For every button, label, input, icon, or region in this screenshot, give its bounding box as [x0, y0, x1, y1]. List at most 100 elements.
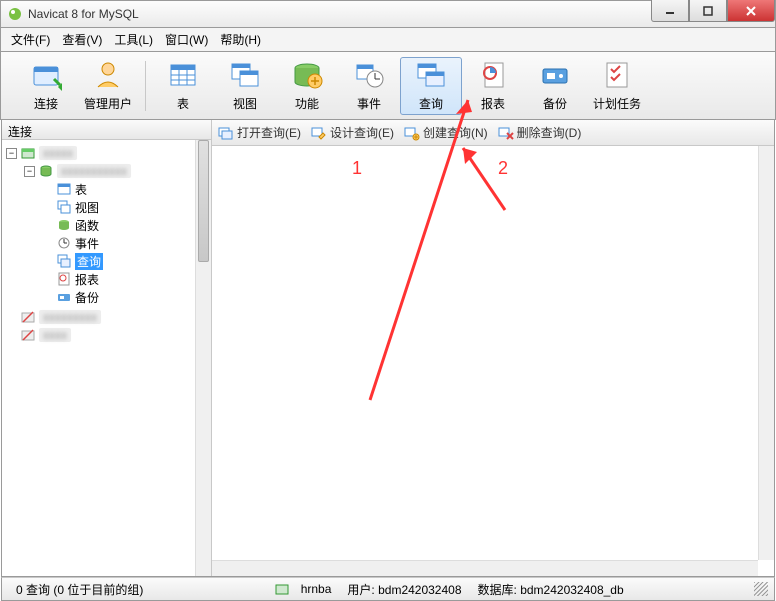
- delete-icon: [498, 125, 514, 141]
- toolbar-report[interactable]: 报表: [462, 57, 524, 115]
- status-left: 0 查询 (0 位于目前的组): [8, 581, 151, 598]
- toolbar-connect-label: 连接: [34, 95, 58, 112]
- tree-tables[interactable]: 表: [42, 180, 207, 198]
- collapse-icon[interactable]: −: [24, 166, 35, 177]
- menu-window[interactable]: 窗口(W): [159, 28, 214, 51]
- open-query-button[interactable]: 打开查询(E): [218, 124, 301, 141]
- connection-name: xxxxx: [39, 146, 77, 160]
- sidebar-scrollbar[interactable]: [195, 140, 211, 576]
- connection-3-name: xxxx: [39, 328, 71, 342]
- schedule-icon: [601, 59, 633, 91]
- tree-reports[interactable]: 报表: [42, 270, 207, 288]
- design-query-label: 设计查询(E): [330, 124, 394, 141]
- backup-icon: [539, 59, 571, 91]
- delete-query-label: 删除查询(D): [517, 124, 582, 141]
- open-query-label: 打开查询(E): [237, 124, 301, 141]
- sidebar-header: 连接: [2, 120, 212, 140]
- tree-connection-3[interactable]: xxxx: [6, 326, 207, 344]
- window-title: Navicat 8 for MySQL: [28, 7, 139, 21]
- tree-connection-2[interactable]: xxxxxxxxx: [6, 308, 207, 326]
- toolbar-event[interactable]: 事件: [338, 57, 400, 115]
- tree-backups-label: 备份: [75, 289, 99, 306]
- tree-events[interactable]: 事件: [42, 234, 207, 252]
- sidebar: 连接 − xxxxx − xxxxxxxxxxx 表 视图 函数 事件 查询: [2, 120, 212, 576]
- status-database: 数据库: bdm242032408_db: [470, 581, 632, 598]
- tree-tables-label: 表: [75, 181, 87, 198]
- event-icon: [56, 235, 72, 251]
- toolbar-schedule-label: 计划任务: [593, 95, 641, 112]
- database-name: xxxxxxxxxxx: [57, 164, 131, 178]
- query-icon: [56, 253, 72, 269]
- vertical-scrollbar[interactable]: [758, 146, 774, 560]
- window-titlebar: Navicat 8 for MySQL: [0, 0, 776, 28]
- menu-view[interactable]: 查看(V): [56, 28, 108, 51]
- tree-connection[interactable]: − xxxxx: [6, 144, 207, 162]
- report-icon: [477, 59, 509, 91]
- query-icon: [415, 59, 447, 91]
- status-conn-icon: [274, 581, 290, 597]
- tree-functions[interactable]: 函数: [42, 216, 207, 234]
- delete-query-button[interactable]: 删除查询(D): [498, 124, 582, 141]
- report-icon: [56, 271, 72, 287]
- open-icon: [218, 125, 234, 141]
- tree-queries-label: 查询: [75, 253, 103, 270]
- database-icon: [38, 163, 54, 179]
- create-query-label: 创建查询(N): [423, 124, 488, 141]
- collapse-icon[interactable]: −: [6, 148, 17, 159]
- app-icon: [7, 6, 23, 22]
- menu-file[interactable]: 文件(F): [5, 28, 56, 51]
- toolbar-table[interactable]: 表: [152, 57, 214, 115]
- toolbar-event-label: 事件: [357, 95, 381, 112]
- minimize-button[interactable]: [651, 0, 689, 22]
- menu-tools[interactable]: 工具(L): [108, 28, 159, 51]
- main-toolbar: 连接 管理用户 表 视图 功能 事件 查询 报表 备份 计划任务: [0, 52, 776, 120]
- connect-icon: [30, 59, 62, 91]
- tree-reports-label: 报表: [75, 271, 99, 288]
- event-icon: [353, 59, 385, 91]
- design-query-button[interactable]: 设计查询(E): [311, 124, 394, 141]
- table-icon: [167, 59, 199, 91]
- close-button[interactable]: [727, 0, 775, 22]
- toolbar-separator: [145, 61, 146, 111]
- toolbar-users-label: 管理用户: [84, 95, 132, 112]
- function-icon: [291, 59, 323, 91]
- menu-help[interactable]: 帮助(H): [214, 28, 267, 51]
- toolbar-connect[interactable]: 连接: [15, 57, 77, 115]
- status-user: 用户: bdm242032408: [339, 581, 469, 598]
- create-icon: [404, 125, 420, 141]
- horizontal-scrollbar[interactable]: [212, 560, 758, 576]
- toolbar-backup-label: 备份: [543, 95, 567, 112]
- toolbar-users[interactable]: 管理用户: [77, 57, 139, 115]
- query-subtoolbar: 打开查询(E) 设计查询(E) 创建查询(N) 删除查询(D): [212, 120, 774, 146]
- create-query-button[interactable]: 创建查询(N): [404, 124, 488, 141]
- statusbar: 0 查询 (0 位于目前的组) hrnba 用户: bdm242032408 数…: [1, 577, 775, 601]
- connection-icon: [20, 145, 36, 161]
- menubar: 文件(F) 查看(V) 工具(L) 窗口(W) 帮助(H): [0, 28, 776, 52]
- connection-2-name: xxxxxxxxx: [39, 310, 101, 324]
- tree-events-label: 事件: [75, 235, 99, 252]
- tree-database[interactable]: − xxxxxxxxxxx: [24, 162, 207, 180]
- toolbar-function[interactable]: 功能: [276, 57, 338, 115]
- function-icon: [56, 217, 72, 233]
- users-icon: [92, 59, 124, 91]
- toolbar-backup[interactable]: 备份: [524, 57, 586, 115]
- toolbar-query-label: 查询: [419, 95, 443, 112]
- tree-queries[interactable]: 查询: [42, 252, 207, 270]
- connection-tree: − xxxxx − xxxxxxxxxxx 表 视图 函数 事件 查询 报表 备…: [2, 142, 211, 346]
- toolbar-report-label: 报表: [481, 95, 505, 112]
- toolbar-query[interactable]: 查询: [400, 57, 462, 115]
- main-area: 连接 − xxxxx − xxxxxxxxxxx 表 视图 函数 事件 查询: [1, 120, 775, 577]
- toolbar-table-label: 表: [177, 95, 189, 112]
- connection-off-icon: [20, 309, 36, 325]
- toolbar-schedule[interactable]: 计划任务: [586, 57, 648, 115]
- design-icon: [311, 125, 327, 141]
- toolbar-function-label: 功能: [295, 95, 319, 112]
- maximize-button[interactable]: [689, 0, 727, 22]
- toolbar-view[interactable]: 视图: [214, 57, 276, 115]
- tree-views[interactable]: 视图: [42, 198, 207, 216]
- tree-backups[interactable]: 备份: [42, 288, 207, 306]
- resize-grip[interactable]: [754, 582, 768, 596]
- content-area: 打开查询(E) 设计查询(E) 创建查询(N) 删除查询(D): [212, 120, 774, 576]
- view-icon: [229, 59, 261, 91]
- query-list: [212, 146, 774, 576]
